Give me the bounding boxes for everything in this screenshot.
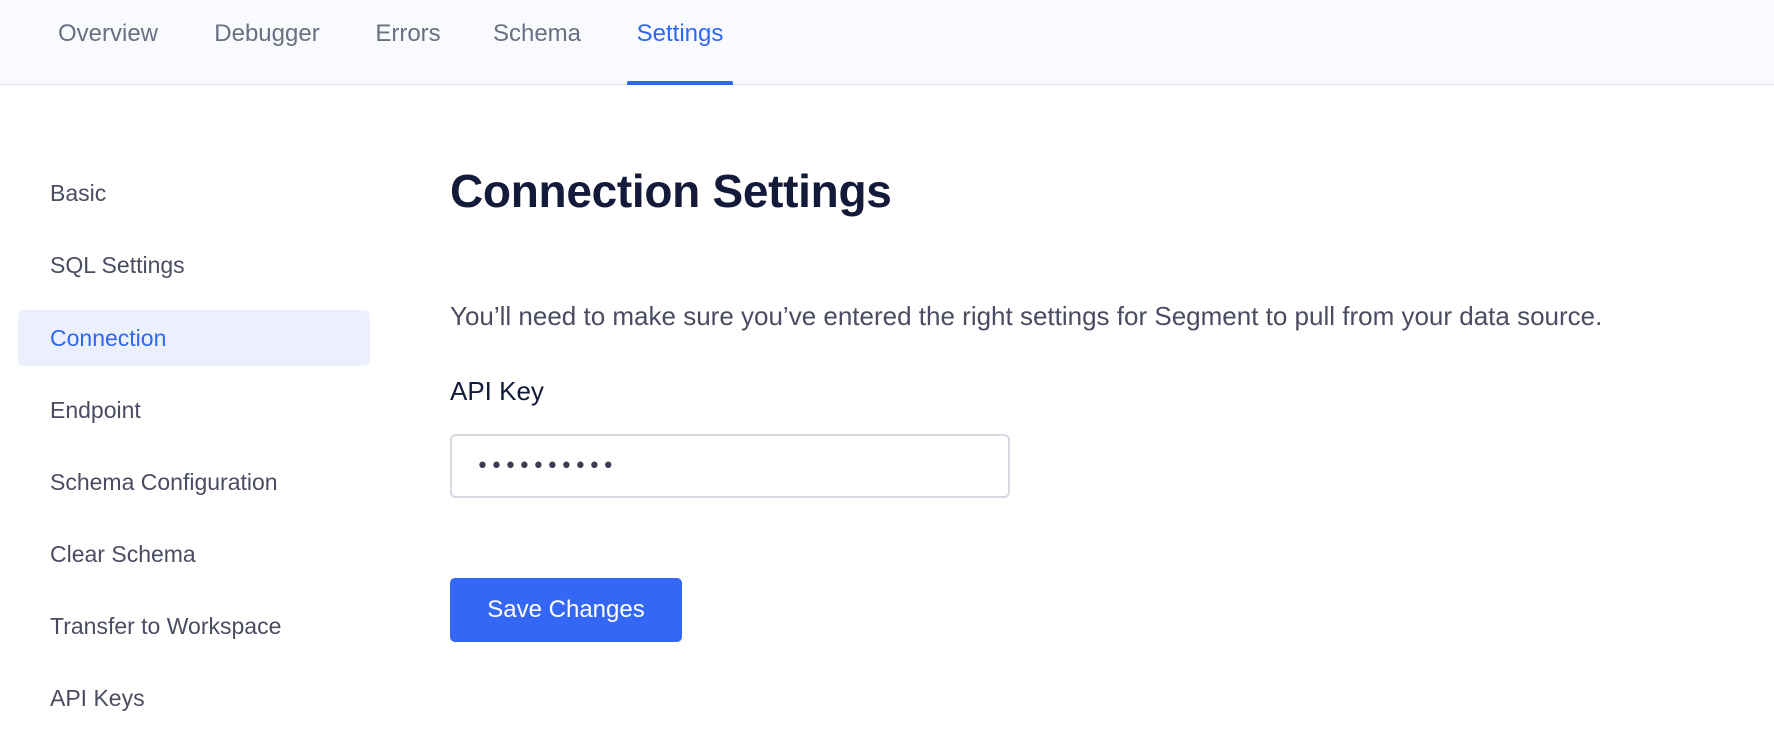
- api-key-label: API Key: [450, 376, 544, 406]
- sidebar-item-connection[interactable]: Connection: [18, 310, 370, 366]
- sidebar-item-basic[interactable]: Basic: [18, 165, 370, 221]
- save-changes-button[interactable]: Save Changes: [450, 578, 682, 642]
- sidebar-item-clear-schema[interactable]: Clear Schema: [18, 526, 370, 582]
- settings-sidebar: Basic SQL Settings Connection Endpoint S…: [0, 85, 380, 732]
- tab-overview[interactable]: Overview: [54, 0, 162, 85]
- sidebar-item-endpoint[interactable]: Endpoint: [18, 382, 370, 438]
- sidebar-item-sql-settings[interactable]: SQL Settings: [18, 237, 370, 293]
- settings-description: You’ll need to make sure you’ve entered …: [450, 301, 1603, 331]
- tab-errors[interactable]: Errors: [372, 0, 444, 85]
- top-navigation: Overview Debugger Errors Schema Settings: [0, 0, 1774, 85]
- tab-schema[interactable]: Schema: [490, 0, 584, 85]
- tab-debugger[interactable]: Debugger: [209, 0, 325, 85]
- api-key-input[interactable]: [450, 434, 1010, 498]
- connection-settings-panel: Connection Settings You’ll need to make …: [450, 85, 1774, 732]
- sidebar-item-api-keys[interactable]: API Keys: [18, 670, 370, 726]
- tab-settings[interactable]: Settings: [627, 0, 733, 85]
- page-title: Connection Settings: [450, 165, 892, 217]
- sidebar-item-schema-configuration[interactable]: Schema Configuration: [18, 454, 370, 510]
- sidebar-item-transfer-to-workspace[interactable]: Transfer to Workspace: [18, 598, 370, 654]
